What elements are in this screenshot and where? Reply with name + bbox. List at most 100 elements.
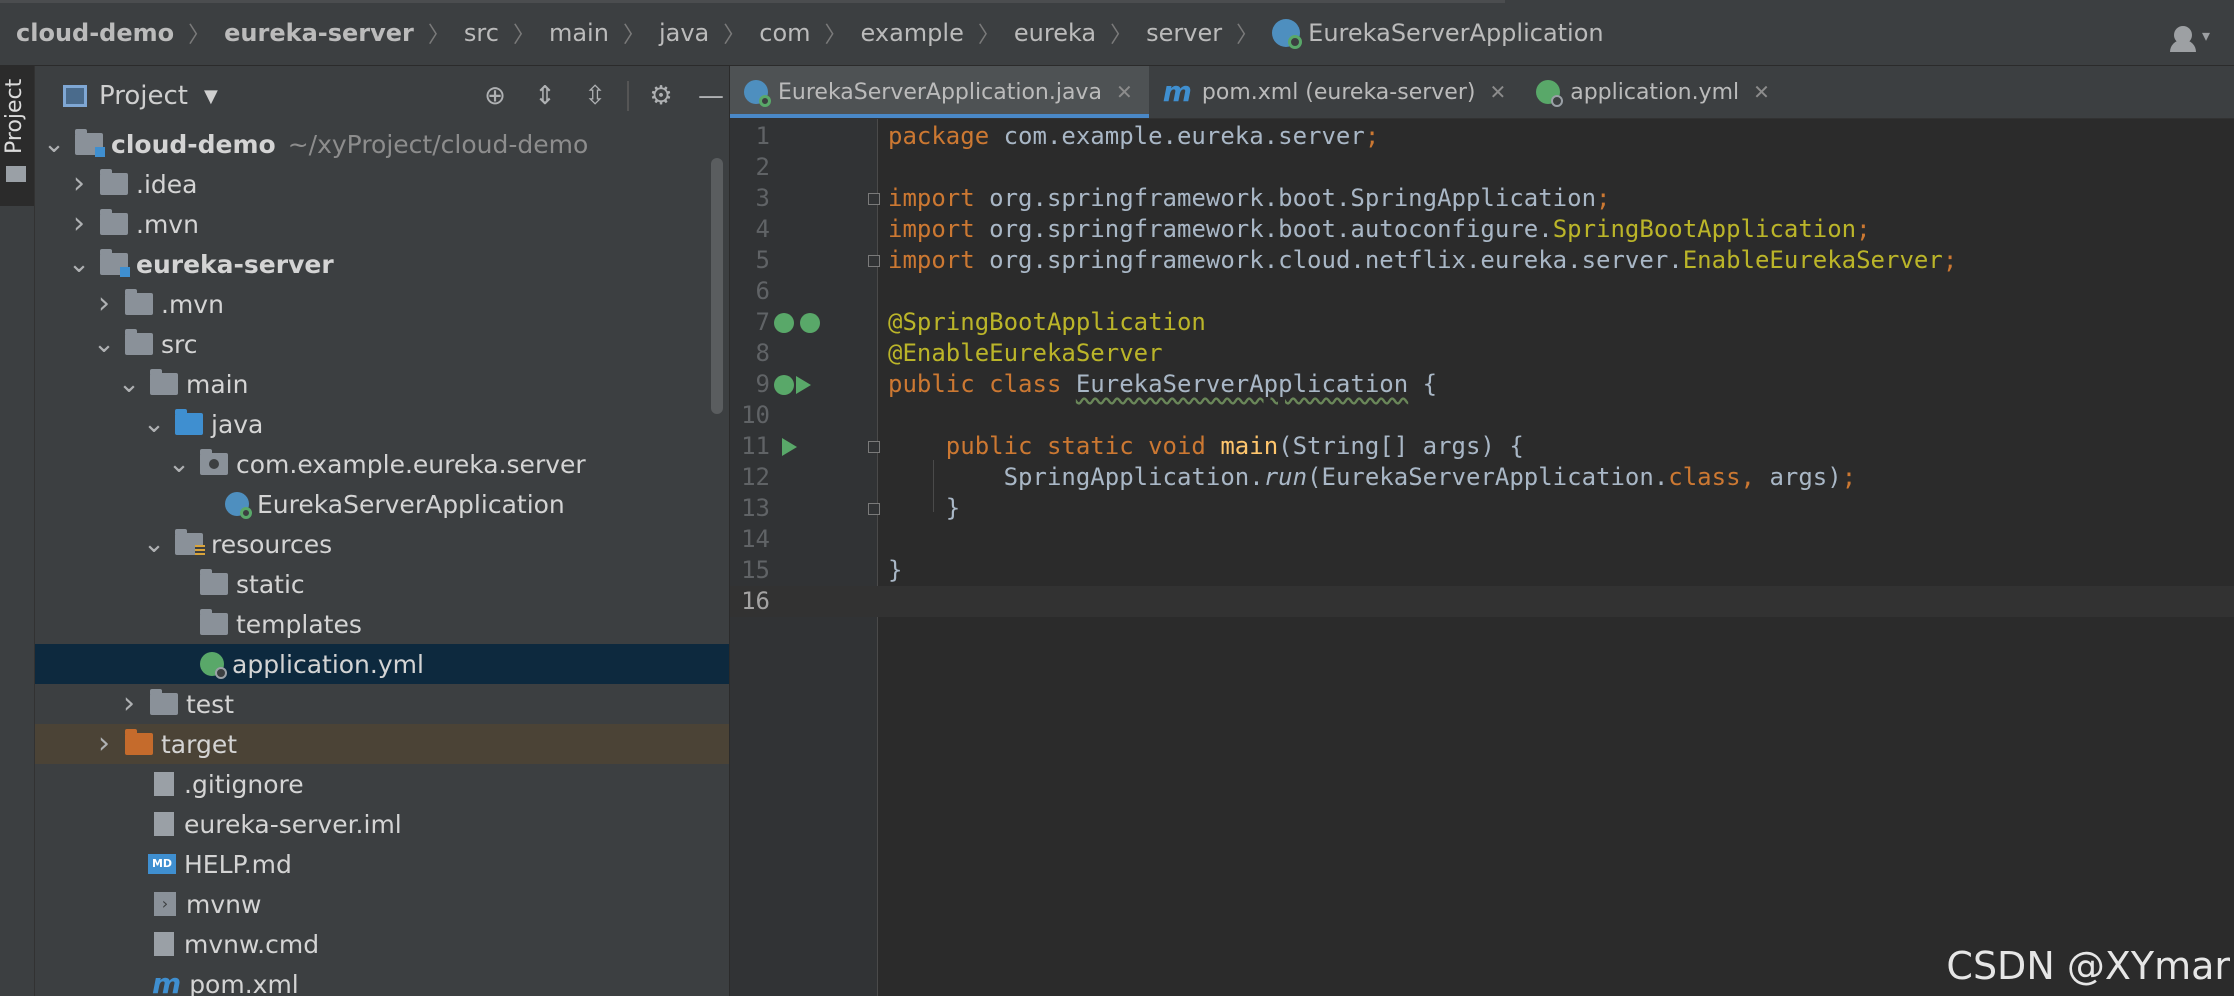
breadcrumb-item[interactable]: 〉 com: [709, 17, 810, 49]
close-icon[interactable]: ✕: [1753, 80, 1770, 104]
tree-item[interactable]: › .mvn: [35, 284, 729, 324]
breadcrumb-item[interactable]: 〉 EurekaServerApplication: [1222, 17, 1604, 49]
chevron-down-icon[interactable]: ⌄: [141, 531, 167, 557]
run-icon[interactable]: [782, 438, 797, 456]
editor-tab[interactable]: m pom.xml (eureka-server) ✕: [1149, 66, 1523, 118]
folder-icon: [125, 289, 153, 315]
tree-item[interactable]: eureka-server.iml: [35, 804, 729, 844]
code-line[interactable]: 1 package com.example.eureka.server;: [730, 121, 2234, 152]
tree-item[interactable]: application.yml: [35, 644, 729, 684]
fold-icon[interactable]: [868, 441, 880, 453]
breadcrumb-item[interactable]: 〉 java: [609, 17, 709, 49]
tree-item[interactable]: › .idea: [35, 164, 729, 204]
tree-item[interactable]: ⌄ resources: [35, 524, 729, 564]
breadcrumb-item[interactable]: 〉 eureka-server: [174, 17, 414, 49]
tree-item[interactable]: mvnw.cmd: [35, 924, 729, 964]
breadcrumb-item[interactable]: cloud-demo: [16, 19, 174, 47]
tree-item[interactable]: ⌄ java: [35, 404, 729, 444]
chevron-right-icon[interactable]: ›: [66, 209, 92, 239]
code-line[interactable]: 5 import org.springframework.cloud.netfli…: [730, 245, 2234, 276]
code-token: EnableEurekaServer: [1682, 246, 1943, 274]
tree-scrollbar[interactable]: [711, 158, 723, 414]
tree-item[interactable]: EurekaServerApplication: [35, 484, 729, 524]
gear-icon[interactable]: ⚙: [643, 78, 679, 114]
minimize-icon[interactable]: —: [693, 78, 729, 114]
code-line[interactable]: 12 SpringApplication.run(EurekaServerApp…: [730, 462, 2234, 493]
breadcrumb-item[interactable]: 〉 example: [811, 17, 964, 49]
code-line[interactable]: 15}: [730, 555, 2234, 586]
collapse-all-icon[interactable]: ⇳: [577, 78, 613, 114]
chevron-down-icon[interactable]: ⌄: [41, 131, 67, 157]
tree-item[interactable]: MD HELP.md: [35, 844, 729, 884]
code-line[interactable]: 16: [730, 586, 2234, 617]
chevron-down-icon[interactable]: ▼: [204, 86, 218, 107]
expand-all-icon[interactable]: ⇕: [527, 78, 563, 114]
tree-item[interactable]: static: [35, 564, 729, 604]
fold-icon[interactable]: [868, 255, 880, 267]
code-line[interactable]: 7 @SpringBootApplication: [730, 307, 2234, 338]
tree-item[interactable]: ⌄ com.example.eureka.server: [35, 444, 729, 484]
code-text: import org.springframework.cloud.netflix…: [888, 245, 1957, 276]
tree-item[interactable]: › test: [35, 684, 729, 724]
code-line[interactable]: 8 @EnableEurekaServer: [730, 338, 2234, 369]
spring-bean-icon[interactable]: [774, 313, 794, 333]
fold-icon[interactable]: [868, 193, 880, 205]
close-icon[interactable]: ✕: [1489, 80, 1506, 104]
chevron-right-icon[interactable]: ›: [91, 729, 117, 759]
user-account-button[interactable]: ▾: [2169, 18, 2210, 52]
code-token: import: [888, 184, 990, 212]
tree-item[interactable]: ⌄ cloud-demo ~/xyProject/cloud-demo: [35, 124, 729, 164]
tree-item[interactable]: › target: [35, 724, 729, 764]
breadcrumb-item[interactable]: 〉 eureka: [964, 17, 1096, 49]
breadcrumb-item[interactable]: 〉 src: [414, 17, 499, 49]
fold-icon[interactable]: [868, 503, 880, 515]
code-token: import: [888, 215, 990, 243]
tree-item[interactable]: ⌄ eureka-server: [35, 244, 729, 284]
chevron-right-icon[interactable]: ›: [91, 289, 117, 319]
code-token: main: [1220, 432, 1279, 460]
tree-item[interactable]: ⌄ src: [35, 324, 729, 364]
code-editor[interactable]: 1 package com.example.eureka.server; 2 3 imp…: [730, 119, 2234, 996]
tree-item[interactable]: templates: [35, 604, 729, 644]
check-icon[interactable]: [800, 313, 820, 333]
code-line[interactable]: 10: [730, 400, 2234, 431]
close-icon[interactable]: ✕: [1116, 80, 1133, 104]
editor-tab[interactable]: EurekaServerApplication.java ✕: [730, 66, 1149, 118]
code-line[interactable]: 9 public class EurekaServerApplication {: [730, 369, 2234, 400]
tree-item-label: .gitignore: [184, 769, 304, 799]
chevron-right-icon: 〉: [512, 22, 535, 48]
tree-item[interactable]: .gitignore: [35, 764, 729, 804]
chevron-right-icon[interactable]: ›: [66, 169, 92, 199]
breadcrumb-item[interactable]: 〉 server: [1096, 17, 1222, 49]
editor-tab[interactable]: application.yml ✕: [1522, 66, 1786, 118]
tree-item[interactable]: › .mvn: [35, 204, 729, 244]
run-icon[interactable]: [796, 376, 811, 394]
chevron-down-icon[interactable]: ⌄: [116, 371, 142, 397]
spring-bean-icon[interactable]: [774, 375, 794, 395]
locate-icon[interactable]: ⊕: [477, 78, 513, 114]
chevron-down-icon[interactable]: ⌄: [91, 331, 117, 357]
code-line[interactable]: 14: [730, 524, 2234, 555]
tree-item[interactable]: › mvnw: [35, 884, 729, 924]
code-line[interactable]: 11 public static void main(String[] args…: [730, 431, 2234, 462]
code-line[interactable]: 6: [730, 276, 2234, 307]
code-token: }: [888, 556, 903, 584]
tree-item-label: java: [211, 409, 264, 439]
code-line[interactable]: 3 import org.springframework.boot.SpringA…: [730, 183, 2234, 214]
project-view-title[interactable]: Project: [99, 81, 188, 111]
project-tool-window-button[interactable]: Project: [0, 66, 34, 206]
tree-item[interactable]: m pom.xml: [35, 964, 729, 996]
chevron-right-icon[interactable]: ›: [116, 689, 142, 719]
code-token: public static void: [945, 432, 1221, 460]
tree-item[interactable]: ⌄ main: [35, 364, 729, 404]
code-line[interactable]: 2: [730, 152, 2234, 183]
chevron-down-icon[interactable]: ⌄: [66, 251, 92, 277]
breadcrumb-item[interactable]: 〉 main: [499, 17, 609, 49]
code-line[interactable]: 13 }: [730, 493, 2234, 524]
tree-item-label: mvnw.cmd: [184, 929, 320, 959]
chevron-down-icon[interactable]: ⌄: [166, 451, 192, 477]
line-number: 1: [755, 122, 770, 150]
line-number: 14: [741, 525, 770, 553]
chevron-down-icon[interactable]: ⌄: [141, 411, 167, 437]
code-line[interactable]: 4 import org.springframework.boot.autocon…: [730, 214, 2234, 245]
